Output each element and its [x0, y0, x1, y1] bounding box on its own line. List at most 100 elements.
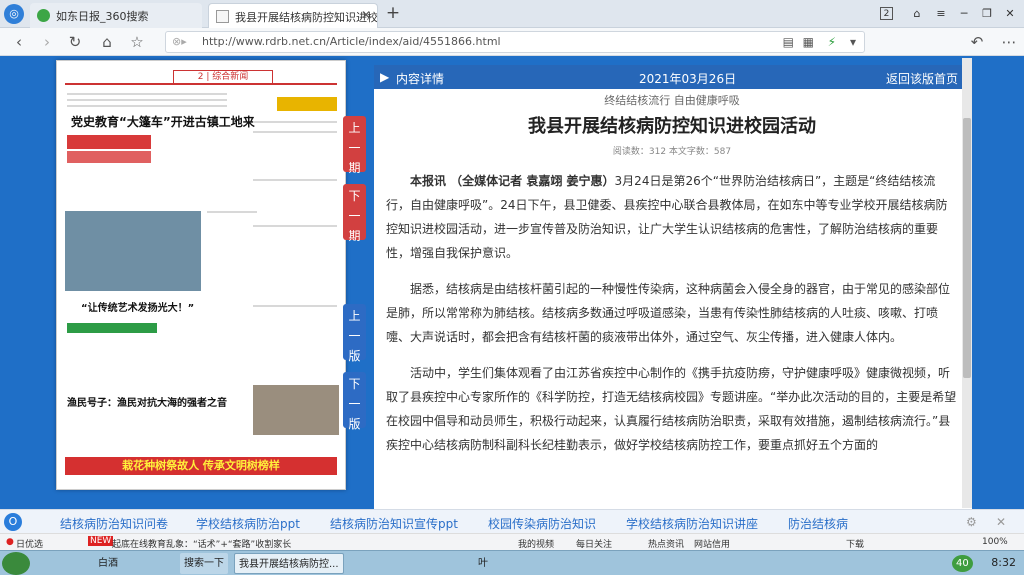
tab-label: 我县开展结核病防控知识进校园	[235, 11, 378, 24]
taskbar-item[interactable]: 叶	[474, 553, 492, 574]
issue-date: 2021年03月26日	[639, 72, 737, 86]
related-link[interactable]: 学校结核病防治知识讲座	[626, 515, 758, 532]
download-link[interactable]: 下载	[846, 537, 864, 550]
newspaper-page-thumbnail[interactable]: 2 | 综合新闻 党史教育“大篷车”开进古镇工地来 “让传统艺术发扬光大！” 渔…	[56, 60, 346, 490]
play-icon: ▶	[380, 70, 390, 84]
taskbar-item-active[interactable]: 我县开展结核病防控...	[234, 553, 344, 574]
byline: 本报讯 （全媒体记者 袁嘉翊 姜宁惠）	[410, 174, 615, 188]
section-name: 综合新闻	[212, 72, 249, 82]
settings-icon[interactable]: ⚙	[966, 515, 977, 529]
paper-banner[interactable]: 栽花种树祭故人 传承文明树榜样	[65, 457, 337, 475]
text-line	[67, 99, 227, 101]
related-link[interactable]: 校园传染病防治知识	[488, 515, 596, 532]
close-tab-icon[interactable]: ✕	[361, 8, 371, 22]
skin-icon[interactable]: ⌂	[908, 6, 926, 22]
daily-focus-link[interactable]: 每日关注	[576, 537, 612, 550]
text-line	[207, 211, 257, 213]
page-badge: 2	[197, 72, 204, 82]
undo-icon[interactable]: ↶	[968, 33, 986, 51]
favorite-star-icon[interactable]: ☆	[128, 33, 146, 51]
text-line	[253, 225, 337, 227]
site-info-icon[interactable]: ⊗▸	[172, 35, 187, 48]
news-photo	[65, 211, 201, 291]
green-subhead	[67, 323, 157, 333]
red-subhead	[67, 151, 151, 163]
refresh-button[interactable]: ↻	[66, 33, 84, 51]
youxuan-label[interactable]: 日优选	[16, 537, 43, 550]
address-bar[interactable]: ⊗▸ http://www.rdrb.net.cn/Article/index/…	[165, 31, 865, 53]
dropdown-icon[interactable]: ▾	[850, 35, 856, 49]
restore-button[interactable]: ❐	[978, 6, 996, 22]
paragraph-3: 活动中，学生们集体观看了由江苏省疾控中心制作的《携手抗疫防痨，守护健康呼吸》健康…	[386, 366, 957, 452]
zoom-level[interactable]: 100%	[982, 537, 1008, 547]
system-clock[interactable]: 8:32	[991, 556, 1016, 569]
article-body: 终结结核流行 自由健康呼吸 我县开展结核病防控知识进校园活动 阅读数：312 本…	[386, 89, 958, 509]
new-badge: NEW	[88, 536, 114, 546]
page-content: 2 | 综合新闻 党史教育“大篷车”开进古镇工地来 “让传统艺术发扬光大！” 渔…	[0, 56, 1024, 509]
start-button[interactable]	[2, 552, 30, 575]
close-icon[interactable]: ✕	[996, 515, 1006, 529]
news-ticker[interactable]: 起底在线教育乱象：“话术”+“套路”收割家长	[112, 537, 291, 550]
home-icon[interactable]: ⌂	[98, 33, 116, 51]
minimize-button[interactable]: ─	[955, 6, 973, 22]
reader-icon[interactable]: ▤	[783, 35, 794, 49]
article-title: 我县开展结核病防控知识进校园活动	[528, 116, 816, 137]
news-photo	[253, 385, 339, 435]
content-details-label: 内容详情	[396, 72, 445, 86]
page-icon	[216, 10, 229, 23]
text-line	[253, 121, 337, 123]
text-line	[253, 131, 337, 133]
taskbar: 白酒 搜索一下 我县开展结核病防控... 叶 40 8:32	[0, 550, 1024, 575]
speed-icon[interactable]: ⚡	[828, 35, 836, 49]
prev-issue-button[interactable]: 上一期	[343, 116, 366, 175]
status-bar: ● 日优选 NEW 起底在线教育乱象：“话术”+“套路”收割家长 我的视频 每日…	[0, 533, 1024, 550]
text-line	[67, 105, 227, 107]
text-line	[253, 305, 337, 307]
related-link[interactable]: 学校结核病防治ppt	[196, 515, 300, 532]
headline-2[interactable]: “让传统艺术发扬光大！”	[81, 299, 194, 314]
next-page-button[interactable]: 下一版	[343, 372, 366, 431]
paper-section-label: 2 | 综合新闻	[173, 70, 273, 84]
tab-label: 如东日报_360搜索	[56, 10, 149, 23]
site-credit-link[interactable]: 网站信用	[694, 537, 730, 550]
scrollbar-thumb[interactable]	[963, 118, 971, 378]
hot-news-link[interactable]: 热点资讯	[648, 537, 684, 550]
related-link[interactable]: 结核病防治知识宣传ppt	[330, 515, 458, 532]
menu-icon[interactable]: ≡	[932, 6, 950, 22]
related-link[interactable]: 防治结核病	[788, 515, 848, 532]
taskbar-item[interactable]: 白酒	[94, 553, 122, 574]
scrollbar[interactable]	[962, 58, 972, 508]
browser-logo-icon[interactable]: ◎	[4, 4, 24, 24]
tab-bar: ◎ 如东日报_360搜索 我县开展结核病防控知识进校园 ✕ + 2 ⌂ ≡ ─ …	[0, 0, 1024, 28]
forward-button[interactable]: ›	[38, 33, 56, 51]
close-window-button[interactable]: ✕	[1001, 6, 1019, 22]
tab-search[interactable]: 如东日报_360搜索	[30, 3, 202, 28]
more-menu-icon[interactable]: ⋯	[1000, 33, 1018, 51]
360-logo-icon[interactable]: O	[4, 513, 22, 531]
text-line	[253, 179, 337, 181]
360-search-icon	[37, 9, 50, 22]
next-issue-button[interactable]: 下一期	[343, 184, 366, 243]
url-text[interactable]: http://www.rdrb.net.cn/Article/index/aid…	[202, 35, 501, 48]
back-button[interactable]: ‹	[10, 33, 28, 51]
nav-toolbar: ‹ › ↻ ⌂ ☆ ⊗▸ http://www.rdrb.net.cn/Arti…	[0, 28, 1024, 56]
headline-3[interactable]: 渔民号子：渔民对抗大海的强者之音	[67, 394, 227, 409]
notification-badge[interactable]: 40	[952, 555, 973, 572]
yellow-header	[277, 97, 337, 111]
article-panel: ▶ 内容详情 2021年03月26日 返回该版首页 终结结核流行 自由健康呼吸 …	[374, 65, 972, 509]
tab-count-button[interactable]: 2	[880, 7, 893, 20]
tab-article[interactable]: 我县开展结核病防控知识进校园 ✕	[208, 3, 378, 28]
article-subtitle: 终结结核流行 自由健康呼吸	[604, 94, 740, 107]
my-video-link[interactable]: 我的视频	[518, 537, 554, 550]
prev-page-button[interactable]: 上一版	[343, 304, 366, 363]
related-search-bar: O 结核病防治知识问卷 学校结核病防治ppt 结核病防治知识宣传ppt 校园传染…	[0, 509, 1024, 533]
paragraph-2: 据悉，结核病是由结核杆菌引起的一种慢性传染病，这种病菌会入侵全身的器官，由于常见…	[386, 282, 951, 344]
text-line	[67, 93, 227, 95]
back-to-page-link[interactable]: 返回该版首页	[886, 70, 958, 87]
taskbar-item[interactable]: 搜索一下	[180, 553, 228, 574]
paragraph-1: 本报讯 （全媒体记者 袁嘉翊 姜宁惠）3月24日是第26个“世界防治结核病日”，…	[386, 169, 958, 265]
related-link[interactable]: 结核病防治知识问卷	[60, 515, 168, 532]
grid-icon[interactable]: ▦	[803, 35, 814, 49]
headline-1[interactable]: 党史教育“大篷车”开进古镇工地来	[71, 113, 255, 130]
new-tab-button[interactable]: +	[384, 4, 402, 22]
